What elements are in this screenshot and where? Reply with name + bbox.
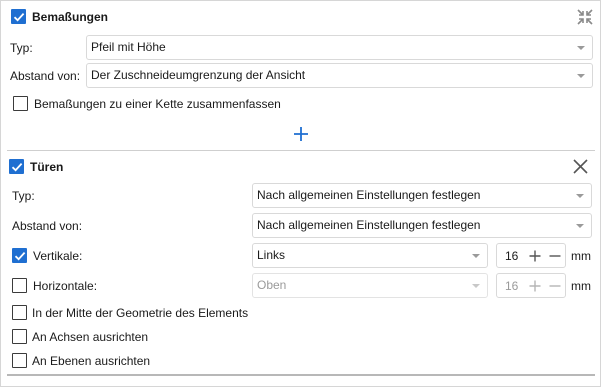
horizontal-dropdown-value: Oben [257, 278, 287, 292]
chevron-down-icon [577, 74, 585, 78]
section-title: Türen [30, 160, 64, 174]
tueren-type-value: Nach allgemeinen Einstellungen festlegen [257, 188, 481, 202]
distance-label: Abstand von: [10, 69, 81, 83]
tueren-distance-dropdown[interactable]: Nach allgemeinen Einstellungen festlegen [252, 213, 592, 238]
horizontal-label: Horizontale: [33, 279, 98, 293]
chevron-down-icon [472, 254, 480, 258]
align-axes-checkbox[interactable] [12, 329, 27, 344]
chevron-down-icon [577, 46, 585, 50]
horizontal-value[interactable]: 16 [505, 279, 518, 294]
vertical-label: Vertikale: [33, 249, 83, 263]
chevron-down-icon [576, 224, 584, 228]
plus-icon[interactable] [293, 126, 309, 142]
vertical-value[interactable]: 16 [505, 249, 518, 264]
close-icon[interactable] [572, 158, 589, 175]
vertical-dropdown[interactable]: Links [252, 243, 488, 268]
minus-icon[interactable] [548, 279, 562, 293]
horizontal-stepper[interactable]: 16 [496, 273, 566, 298]
tueren-type-dropdown[interactable]: Nach allgemeinen Einstellungen festlegen [252, 183, 592, 208]
align-axes-label: An Achsen ausrichten [32, 330, 149, 344]
chain-checkbox[interactable] [13, 96, 28, 111]
chevron-down-icon [472, 284, 480, 288]
tueren-checkbox[interactable] [9, 159, 24, 174]
vertical-stepper[interactable]: 16 [496, 243, 566, 268]
dimension-settings-panel: Bemaßungen Typ: Pfeil mit Höhe Abstand v… [0, 0, 601, 387]
horizontal-unit: mm [571, 279, 591, 293]
vertical-dropdown-value: Links [257, 248, 286, 262]
collapse-arrows-icon[interactable] [576, 8, 594, 26]
vertical-unit: mm [571, 249, 591, 263]
minus-icon[interactable] [548, 249, 562, 263]
center-geometry-checkbox[interactable] [12, 305, 27, 320]
align-levels-checkbox[interactable] [12, 353, 27, 368]
chain-label: Bemaßungen zu einer Kette zusammenfassen [34, 97, 281, 111]
center-geometry-label: In der Mitte der Geometrie des Elements [32, 306, 249, 320]
section-title: Bemaßungen [32, 10, 109, 24]
type-dropdown[interactable]: Pfeil mit Höhe [86, 35, 593, 60]
section-divider [7, 150, 595, 151]
bottom-divider [7, 374, 595, 376]
horizontal-dropdown[interactable]: Oben [252, 273, 488, 298]
tueren-distance-label: Abstand von: [12, 219, 83, 233]
type-dropdown-value: Pfeil mit Höhe [91, 40, 166, 54]
distance-dropdown-value: Der Zuschneideumgrenzung der Ansicht [91, 68, 306, 82]
tueren-distance-value: Nach allgemeinen Einstellungen festlegen [257, 218, 481, 232]
vertical-checkbox[interactable] [12, 248, 27, 263]
horizontal-checkbox[interactable] [12, 278, 27, 293]
plus-icon[interactable] [528, 279, 542, 293]
tueren-type-label: Typ: [12, 189, 35, 203]
bemassungen-checkbox[interactable] [11, 9, 26, 24]
type-label: Typ: [10, 41, 33, 55]
distance-dropdown[interactable]: Der Zuschneideumgrenzung der Ansicht [86, 63, 593, 88]
plus-icon[interactable] [528, 249, 542, 263]
align-levels-label: An Ebenen ausrichten [32, 354, 151, 368]
chevron-down-icon [576, 194, 584, 198]
